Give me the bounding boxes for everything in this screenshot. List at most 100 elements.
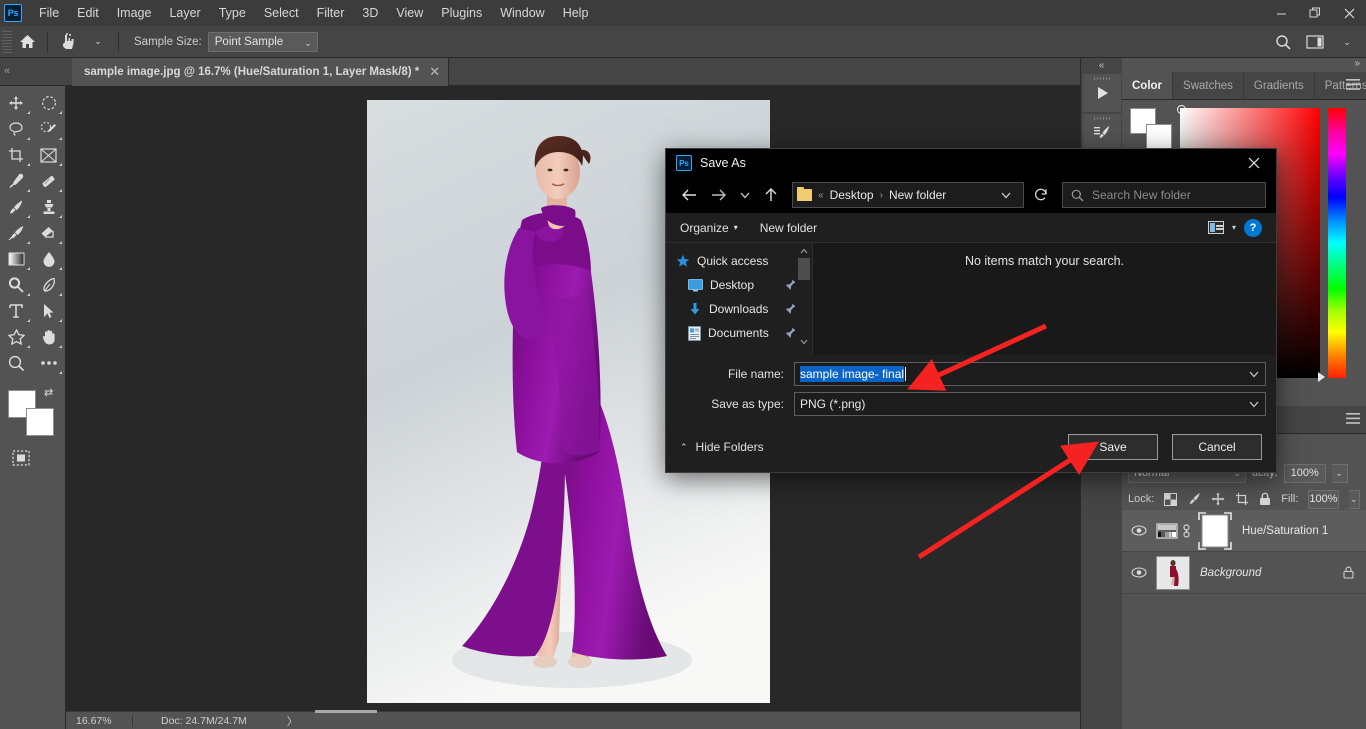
menu-edit[interactable]: Edit: [68, 2, 108, 24]
save-button[interactable]: Save: [1068, 434, 1158, 460]
minimize-icon[interactable]: [1264, 0, 1298, 26]
workspace-icon[interactable]: [1300, 29, 1330, 55]
tab-bar-grip[interactable]: «: [4, 65, 10, 77]
tool-preset-caret-icon[interactable]: ⌄: [83, 29, 113, 55]
play-actions-icon[interactable]: [1082, 74, 1121, 112]
quick-selection-tool[interactable]: [33, 116, 66, 142]
history-brush-tool[interactable]: [0, 220, 33, 246]
horizontal-scrollbar[interactable]: [315, 710, 377, 713]
color-ramp-strip[interactable]: [1328, 108, 1346, 378]
view-layout-icon[interactable]: [1207, 221, 1224, 234]
color-panel-swatches[interactable]: [1130, 108, 1174, 150]
tab-color[interactable]: Color: [1122, 72, 1174, 99]
table-row[interactable]: Hue/Saturation 1: [1122, 510, 1366, 552]
help-icon[interactable]: ?: [1244, 218, 1262, 237]
pen-tool[interactable]: [33, 272, 66, 298]
maximize-restore-icon[interactable]: [1298, 0, 1332, 26]
lock-transparent-icon[interactable]: [1164, 492, 1178, 506]
nav-item-documents[interactable]: Documents: [666, 321, 812, 345]
fill-caret-icon[interactable]: ⌄: [1348, 489, 1360, 509]
opacity-value[interactable]: 100%: [1283, 463, 1326, 483]
dodge-tool[interactable]: [0, 272, 33, 298]
crop-tool[interactable]: [0, 142, 33, 168]
dialog-title-bar[interactable]: Ps Save As: [666, 149, 1276, 177]
sample-size-select[interactable]: Point Sample ⌄: [207, 31, 318, 52]
recent-locations-icon[interactable]: [736, 182, 754, 208]
back-icon[interactable]: [676, 182, 702, 208]
hand-tool[interactable]: [33, 324, 66, 350]
brush-presets-icon[interactable]: [1082, 114, 1121, 152]
tab-gradients[interactable]: Gradients: [1244, 72, 1315, 99]
lock-image-icon[interactable]: [1187, 492, 1201, 506]
breadcrumb-item-new-folder[interactable]: New folder: [889, 188, 946, 202]
layer-visibility-icon[interactable]: [1122, 567, 1156, 578]
breadcrumb-overflow-icon[interactable]: «: [818, 190, 824, 201]
panel-menu-icon[interactable]: [1346, 413, 1360, 424]
menu-type[interactable]: Type: [210, 2, 255, 24]
menu-file[interactable]: File: [30, 2, 68, 24]
up-one-level-icon[interactable]: [758, 182, 784, 208]
lock-all-icon[interactable]: [1259, 492, 1271, 506]
view-caret-icon[interactable]: ▾: [1232, 223, 1236, 232]
table-row[interactable]: Background: [1122, 552, 1366, 594]
panel-menu-icon[interactable]: [1346, 79, 1360, 90]
layer-mask-thumbnail[interactable]: [1198, 511, 1232, 550]
organize-button[interactable]: Organize ▾: [680, 221, 738, 235]
file-name-input[interactable]: sample image- final: [794, 362, 1266, 386]
fill-value[interactable]: 100%: [1308, 489, 1339, 509]
menu-plugins[interactable]: Plugins: [432, 2, 491, 24]
rail-collapse-icon[interactable]: «: [1081, 58, 1122, 72]
save-as-dialog[interactable]: Ps Save As « Desktop › New folder Search…: [665, 148, 1277, 473]
dock-collapse-icon[interactable]: »: [1354, 58, 1360, 69]
document-tab-close-icon[interactable]: ✕: [429, 64, 440, 80]
background-color-swatch[interactable]: [1146, 124, 1172, 150]
color-picker-marker[interactable]: [1177, 105, 1186, 114]
type-tool[interactable]: [0, 298, 33, 324]
menu-filter[interactable]: Filter: [308, 2, 354, 24]
hide-folders-button[interactable]: ⌃ Hide Folders: [680, 440, 764, 454]
scrollbar-thumb[interactable]: [798, 258, 810, 280]
marquee-tool[interactable]: [33, 90, 66, 116]
menu-window[interactable]: Window: [491, 2, 553, 24]
nav-pane-scrollbar[interactable]: [798, 245, 810, 349]
pin-icon[interactable]: [785, 303, 796, 315]
layer-name[interactable]: Background: [1200, 567, 1261, 579]
document-tab[interactable]: sample image.jpg @ 16.7% (Hue/Saturation…: [72, 58, 450, 86]
lasso-tool[interactable]: [0, 116, 33, 142]
close-icon[interactable]: [1332, 0, 1366, 26]
layer-visibility-icon[interactable]: [1122, 525, 1156, 536]
zoom-level[interactable]: 16.67%: [66, 715, 132, 727]
clone-stamp-tool[interactable]: [33, 194, 66, 220]
opacity-caret-icon[interactable]: ⌄: [1331, 463, 1348, 483]
layer-name[interactable]: Hue/Saturation 1: [1242, 525, 1328, 537]
eyedropper-tool[interactable]: [0, 168, 33, 194]
status-expand-icon[interactable]: 〉: [287, 713, 298, 729]
breadcrumb[interactable]: « Desktop › New folder: [792, 182, 1024, 208]
eraser-tool[interactable]: [33, 220, 66, 246]
pin-icon[interactable]: [785, 327, 796, 339]
nav-item-downloads[interactable]: Downloads: [666, 297, 812, 321]
breadcrumb-item-desktop[interactable]: Desktop: [830, 188, 874, 202]
move-tool[interactable]: [0, 90, 33, 116]
quick-mask-icon[interactable]: [12, 450, 30, 468]
menu-select[interactable]: Select: [255, 2, 308, 24]
gradient-tool[interactable]: [0, 246, 33, 272]
pin-icon[interactable]: [785, 279, 796, 291]
path-selection-tool[interactable]: [33, 298, 66, 324]
background-color-swatch[interactable]: [26, 408, 54, 436]
brush-tool[interactable]: [0, 194, 33, 220]
shape-tool[interactable]: [0, 324, 33, 350]
nav-group-quick-access[interactable]: Quick access: [666, 249, 812, 273]
forward-icon[interactable]: [706, 182, 732, 208]
home-icon[interactable]: [12, 29, 42, 55]
layer-mask-link-icon[interactable]: [1182, 523, 1194, 539]
lock-position-icon[interactable]: [1211, 492, 1225, 506]
nav-item-desktop[interactable]: Desktop: [666, 273, 812, 297]
lock-artboard-icon[interactable]: [1235, 492, 1249, 506]
menu-image[interactable]: Image: [108, 2, 161, 24]
menu-view[interactable]: View: [387, 2, 432, 24]
tool-color-swatches[interactable]: ⇄: [8, 387, 56, 436]
workspace-caret-icon[interactable]: ⌄: [1332, 29, 1362, 55]
options-bar-grip[interactable]: [2, 30, 12, 53]
chevron-down-icon[interactable]: [1249, 371, 1259, 378]
